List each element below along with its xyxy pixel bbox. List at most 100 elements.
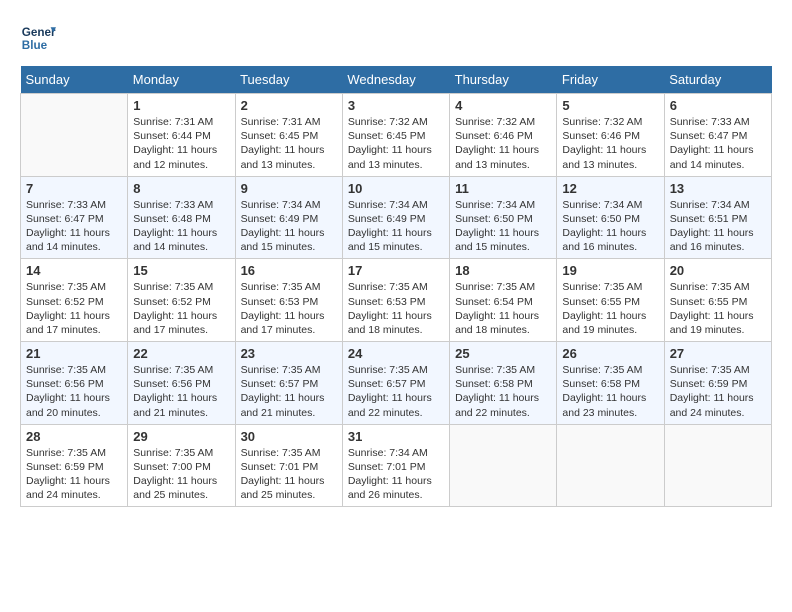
day-number: 24 [348, 346, 444, 361]
calendar-cell: 20 Sunrise: 7:35 AM Sunset: 6:55 PM Dayli… [664, 259, 771, 342]
calendar-cell: 23 Sunrise: 7:35 AM Sunset: 6:57 PM Dayli… [235, 342, 342, 425]
day-number: 30 [241, 429, 337, 444]
weekday-header-saturday: Saturday [664, 66, 771, 94]
day-number: 18 [455, 263, 551, 278]
calendar-cell: 14 Sunrise: 7:35 AM Sunset: 6:52 PM Dayli… [21, 259, 128, 342]
weekday-header-tuesday: Tuesday [235, 66, 342, 94]
week-row-4: 21 Sunrise: 7:35 AM Sunset: 6:56 PM Dayli… [21, 342, 772, 425]
calendar-cell: 2Sunrise: 7:31 AM Sunset: 6:45 PM Daylig… [235, 94, 342, 177]
calendar-cell: 18 Sunrise: 7:35 AM Sunset: 6:54 PM Dayli… [450, 259, 557, 342]
weekday-header-wednesday: Wednesday [342, 66, 449, 94]
day-number: 29 [133, 429, 229, 444]
calendar-cell: 25 Sunrise: 7:35 AM Sunset: 6:58 PM Dayli… [450, 342, 557, 425]
calendar-cell: 3Sunrise: 7:32 AM Sunset: 6:45 PM Daylig… [342, 94, 449, 177]
calendar-cell: 1 Sunrise: 7:31 AM Sunset: 6:44 PM Daylig… [128, 94, 235, 177]
cell-content: Sunrise: 7:35 AM Sunset: 6:58 PM Dayligh… [562, 363, 658, 420]
calendar-cell: 31Sunrise: 7:34 AM Sunset: 7:01 PM Dayli… [342, 424, 449, 507]
week-row-2: 7 Sunrise: 7:33 AM Sunset: 6:47 PM Daylig… [21, 176, 772, 259]
day-number: 14 [26, 263, 122, 278]
day-number: 16 [241, 263, 337, 278]
calendar-cell: 30Sunrise: 7:35 AM Sunset: 7:01 PM Dayli… [235, 424, 342, 507]
day-number: 15 [133, 263, 229, 278]
cell-content: Sunrise: 7:34 AM Sunset: 6:50 PM Dayligh… [455, 198, 551, 255]
cell-content: Sunrise: 7:32 AM Sunset: 6:46 PM Dayligh… [562, 115, 658, 172]
page-header: General Blue [20, 20, 772, 56]
calendar-cell: 29 Sunrise: 7:35 AM Sunset: 7:00 PM Dayli… [128, 424, 235, 507]
calendar-cell [21, 94, 128, 177]
week-row-1: 1 Sunrise: 7:31 AM Sunset: 6:44 PM Daylig… [21, 94, 772, 177]
day-number: 25 [455, 346, 551, 361]
calendar-cell: 21 Sunrise: 7:35 AM Sunset: 6:56 PM Dayli… [21, 342, 128, 425]
day-number: 21 [26, 346, 122, 361]
day-number: 13 [670, 181, 766, 196]
calendar-cell: 12 Sunrise: 7:34 AM Sunset: 6:50 PM Dayli… [557, 176, 664, 259]
day-number: 7 [26, 181, 122, 196]
calendar-cell: 26 Sunrise: 7:35 AM Sunset: 6:58 PM Dayli… [557, 342, 664, 425]
cell-content: Sunrise: 7:33 AM Sunset: 6:47 PM Dayligh… [26, 198, 122, 255]
calendar-cell: 5Sunrise: 7:32 AM Sunset: 6:46 PM Daylig… [557, 94, 664, 177]
cell-content: Sunrise: 7:31 AM Sunset: 6:44 PM Dayligh… [133, 115, 229, 172]
calendar-cell: 13 Sunrise: 7:34 AM Sunset: 6:51 PM Dayli… [664, 176, 771, 259]
day-number: 2 [241, 98, 337, 113]
svg-text:General: General [22, 26, 56, 39]
logo: General Blue [20, 20, 56, 56]
cell-content: Sunrise: 7:35 AM Sunset: 6:57 PM Dayligh… [241, 363, 337, 420]
day-number: 6 [670, 98, 766, 113]
cell-content: Sunrise: 7:35 AM Sunset: 6:56 PM Dayligh… [133, 363, 229, 420]
calendar-cell [664, 424, 771, 507]
logo-icon: General Blue [20, 20, 56, 56]
day-number: 10 [348, 181, 444, 196]
day-number: 9 [241, 181, 337, 196]
weekday-header-sunday: Sunday [21, 66, 128, 94]
svg-text:Blue: Blue [22, 39, 48, 52]
weekday-header-monday: Monday [128, 66, 235, 94]
cell-content: Sunrise: 7:34 AM Sunset: 6:49 PM Dayligh… [241, 198, 337, 255]
week-row-3: 14 Sunrise: 7:35 AM Sunset: 6:52 PM Dayli… [21, 259, 772, 342]
cell-content: Sunrise: 7:35 AM Sunset: 6:59 PM Dayligh… [26, 446, 122, 503]
day-number: 23 [241, 346, 337, 361]
day-number: 12 [562, 181, 658, 196]
calendar-table: SundayMondayTuesdayWednesdayThursdayFrid… [20, 66, 772, 507]
cell-content: Sunrise: 7:34 AM Sunset: 6:50 PM Dayligh… [562, 198, 658, 255]
day-number: 27 [670, 346, 766, 361]
day-number: 17 [348, 263, 444, 278]
calendar-cell: 17 Sunrise: 7:35 AM Sunset: 6:53 PM Dayli… [342, 259, 449, 342]
cell-content: Sunrise: 7:35 AM Sunset: 6:54 PM Dayligh… [455, 280, 551, 337]
cell-content: Sunrise: 7:35 AM Sunset: 6:58 PM Dayligh… [455, 363, 551, 420]
cell-content: Sunrise: 7:35 AM Sunset: 6:53 PM Dayligh… [241, 280, 337, 337]
cell-content: Sunrise: 7:35 AM Sunset: 6:52 PM Dayligh… [133, 280, 229, 337]
cell-content: Sunrise: 7:35 AM Sunset: 7:00 PM Dayligh… [133, 446, 229, 503]
cell-content: Sunrise: 7:35 AM Sunset: 6:56 PM Dayligh… [26, 363, 122, 420]
calendar-cell: 28 Sunrise: 7:35 AM Sunset: 6:59 PM Dayli… [21, 424, 128, 507]
cell-content: Sunrise: 7:35 AM Sunset: 6:59 PM Dayligh… [670, 363, 766, 420]
calendar-cell: 9 Sunrise: 7:34 AM Sunset: 6:49 PM Daylig… [235, 176, 342, 259]
cell-content: Sunrise: 7:34 AM Sunset: 7:01 PM Dayligh… [348, 446, 444, 503]
calendar-cell: 24 Sunrise: 7:35 AM Sunset: 6:57 PM Dayli… [342, 342, 449, 425]
cell-content: Sunrise: 7:34 AM Sunset: 6:51 PM Dayligh… [670, 198, 766, 255]
weekday-header-friday: Friday [557, 66, 664, 94]
day-number: 20 [670, 263, 766, 278]
cell-content: Sunrise: 7:33 AM Sunset: 6:47 PM Dayligh… [670, 115, 766, 172]
calendar-cell: 6 Sunrise: 7:33 AM Sunset: 6:47 PM Daylig… [664, 94, 771, 177]
cell-content: Sunrise: 7:35 AM Sunset: 6:53 PM Dayligh… [348, 280, 444, 337]
calendar-cell: 10 Sunrise: 7:34 AM Sunset: 6:49 PM Dayli… [342, 176, 449, 259]
day-number: 28 [26, 429, 122, 444]
day-number: 11 [455, 181, 551, 196]
calendar-cell: 8Sunrise: 7:33 AM Sunset: 6:48 PM Daylig… [128, 176, 235, 259]
cell-content: Sunrise: 7:35 AM Sunset: 6:57 PM Dayligh… [348, 363, 444, 420]
cell-content: Sunrise: 7:34 AM Sunset: 6:49 PM Dayligh… [348, 198, 444, 255]
calendar-cell: 27 Sunrise: 7:35 AM Sunset: 6:59 PM Dayli… [664, 342, 771, 425]
calendar-cell: 22Sunrise: 7:35 AM Sunset: 6:56 PM Dayli… [128, 342, 235, 425]
day-number: 26 [562, 346, 658, 361]
calendar-cell: 4Sunrise: 7:32 AM Sunset: 6:46 PM Daylig… [450, 94, 557, 177]
day-number: 3 [348, 98, 444, 113]
weekday-header-row: SundayMondayTuesdayWednesdayThursdayFrid… [21, 66, 772, 94]
weekday-header-thursday: Thursday [450, 66, 557, 94]
calendar-cell [450, 424, 557, 507]
calendar-cell: 15 Sunrise: 7:35 AM Sunset: 6:52 PM Dayli… [128, 259, 235, 342]
day-number: 19 [562, 263, 658, 278]
week-row-5: 28 Sunrise: 7:35 AM Sunset: 6:59 PM Dayli… [21, 424, 772, 507]
day-number: 1 [133, 98, 229, 113]
cell-content: Sunrise: 7:35 AM Sunset: 6:55 PM Dayligh… [670, 280, 766, 337]
cell-content: Sunrise: 7:35 AM Sunset: 6:52 PM Dayligh… [26, 280, 122, 337]
